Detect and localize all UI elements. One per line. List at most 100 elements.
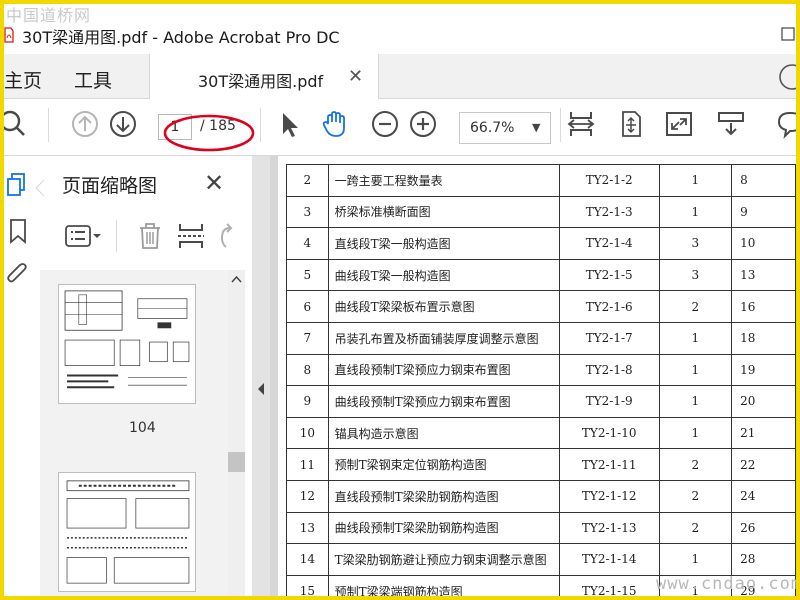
thumbnail-page-label: 104 [129, 420, 156, 436]
fit-page-icon[interactable] [566, 109, 596, 139]
row-number: 13 [286, 511, 329, 545]
toolbar-separator [48, 108, 49, 142]
full-screen-icon[interactable] [664, 109, 694, 139]
watermark-bottom: www.cndao.com [656, 574, 796, 594]
drawing-name: 曲线段T梁一般构造图 [327, 258, 560, 292]
panel-splitter[interactable] [252, 156, 270, 596]
drawing-name: 预制T梁梁端钢筋构造图 [327, 574, 560, 596]
bookmark-icon[interactable] [6, 218, 32, 244]
row-number: 11 [286, 448, 329, 481]
sheet-count: 1 [658, 164, 733, 197]
scrollbar-thumb[interactable] [228, 452, 245, 472]
page-thumbnails-icon[interactable] [6, 172, 32, 198]
drawing-code: TY2-1-11 [558, 448, 660, 481]
drawing-index-table: 2 一跨主要工程数量表 TY2-1-2 1 8 3 桥梁标准横断面图 TY2-1-3 1 9 4 直线… [286, 164, 796, 596]
table-row: 5 曲线段T梁一般构造图 TY2-1-5 3 13 [286, 258, 796, 292]
drawing-code: TY2-1-9 [558, 385, 660, 418]
page-ref: 20 [731, 385, 796, 418]
drawing-name: 预制T梁钢束定位钢筋构造图 [327, 448, 560, 481]
drawing-code: TY2-1-3 [558, 195, 660, 229]
delete-icon[interactable] [136, 220, 164, 252]
panel-title: 页面缩略图 [62, 175, 158, 197]
attachment-icon[interactable] [6, 262, 32, 288]
drawing-code: TY2-1-8 [558, 353, 660, 387]
panel-separator [116, 220, 117, 252]
row-number: 15 [286, 574, 329, 596]
tab-document-label: 30T梁通用图.pdf [198, 72, 324, 91]
sheet-count: 1 [658, 195, 733, 229]
drawing-name: 直线段T梁一般构造图 [327, 227, 560, 260]
toolbar-separator [260, 108, 261, 142]
page-ref: 19 [731, 353, 796, 387]
sheet-count: 2 [658, 290, 733, 323]
table-row: 10 锚具构造示意图 TY2-1-10 1 21 [286, 416, 796, 450]
drawing-name: 锚具构造示意图 [327, 416, 560, 450]
page-down-icon[interactable] [108, 109, 138, 139]
page-thumbnail[interactable] [58, 284, 196, 404]
table-row: 4 直线段T梁一般构造图 TY2-1-4 3 10 [286, 227, 796, 260]
zoom-dropdown[interactable]: 66.7% ▼ [459, 112, 551, 144]
tab-bar [4, 54, 796, 99]
scroll-up-icon[interactable] [230, 274, 243, 284]
page-ref: 26 [731, 511, 796, 545]
drawing-name: 桥梁标准横断面图 [327, 195, 560, 229]
row-number: 3 [286, 195, 329, 229]
drawing-code: TY2-1-7 [558, 321, 660, 355]
table-row: 3 桥梁标准横断面图 TY2-1-3 1 9 [286, 195, 796, 229]
comment-icon[interactable] [776, 109, 796, 139]
page-up-icon[interactable] [70, 109, 100, 139]
sheet-count: 2 [658, 511, 733, 545]
close-icon[interactable]: ✕ [204, 169, 224, 197]
sheet-count: 1 [658, 543, 733, 576]
chevron-down-icon: ▼ [532, 121, 541, 134]
watermark-top: 中国道桥网 [6, 6, 92, 25]
options-menu-icon[interactable] [64, 220, 104, 252]
sheet-count: 2 [658, 479, 733, 513]
document-page: 2 一跨主要工程数量表 TY2-1-2 1 8 3 桥梁标准横断面图 TY2-1-3 1 9 4 直线… [278, 156, 796, 596]
row-number: 4 [286, 227, 329, 260]
row-number: 14 [286, 543, 329, 576]
row-number: 12 [286, 479, 329, 513]
thumbnail-scrollbar[interactable] [228, 270, 245, 596]
drawing-name: 一跨主要工程数量表 [327, 164, 560, 197]
drawing-code: TY2-1-10 [558, 416, 660, 450]
drawing-name: 曲线段T梁梁板布置示意图 [327, 290, 560, 323]
window-resize-icon[interactable] [776, 24, 796, 44]
row-number: 2 [286, 164, 329, 197]
sheet-count: 3 [658, 258, 733, 292]
table-row: 13 曲线段预制T梁梁肋钢筋构造图 TY2-1-13 2 26 [286, 511, 796, 545]
zoom-out-icon[interactable] [370, 109, 400, 139]
help-icon[interactable] [774, 62, 796, 92]
sheet-count: 3 [658, 227, 733, 260]
page-ref: 18 [731, 321, 796, 355]
row-number: 9 [286, 385, 329, 418]
page-thumbnail[interactable] [58, 472, 196, 592]
row-number: 6 [286, 290, 329, 323]
drawing-name: 曲线段预制T梁梁肋钢筋构造图 [327, 511, 560, 545]
hand-tool-icon[interactable] [320, 109, 350, 139]
tab-home[interactable]: 主页 [4, 66, 42, 93]
collapse-panel-icon[interactable] [256, 382, 266, 396]
table-row: 2 一跨主要工程数量表 TY2-1-2 1 8 [286, 164, 796, 197]
tab-close-icon[interactable]: ✕ [348, 66, 363, 87]
tab-tools[interactable]: 工具 [74, 66, 112, 93]
table-row: 8 直线段预制T梁预应力钢束布置图 TY2-1-8 1 19 [286, 353, 796, 387]
page-ref: 13 [731, 258, 796, 292]
search-icon[interactable] [4, 109, 28, 139]
page-ref: 16 [731, 290, 796, 323]
scroll-mode-icon[interactable] [616, 109, 646, 139]
page-ref: 22 [731, 448, 796, 481]
page-display-icon[interactable] [716, 109, 746, 139]
tab-document[interactable]: 30T梁通用图.pdf ✕ [149, 54, 379, 99]
table-row: 7 吊装孔布置及桥面铺装厚度调整示意图 TY2-1-7 1 18 [286, 321, 796, 355]
page-ref: 24 [731, 479, 796, 513]
page-ref: 21 [731, 416, 796, 450]
rotate-icon[interactable] [216, 220, 236, 252]
zoom-in-icon[interactable] [408, 109, 438, 139]
page-ref: 10 [731, 227, 796, 260]
select-arrow-icon[interactable] [274, 109, 304, 139]
drawing-name: 直线段预制T梁预应力钢束布置图 [327, 353, 560, 387]
sheet-count: 1 [658, 321, 733, 355]
window-title: 30T梁通用图.pdf - Adobe Acrobat Pro DC [22, 28, 340, 47]
insert-page-icon[interactable] [176, 220, 206, 252]
